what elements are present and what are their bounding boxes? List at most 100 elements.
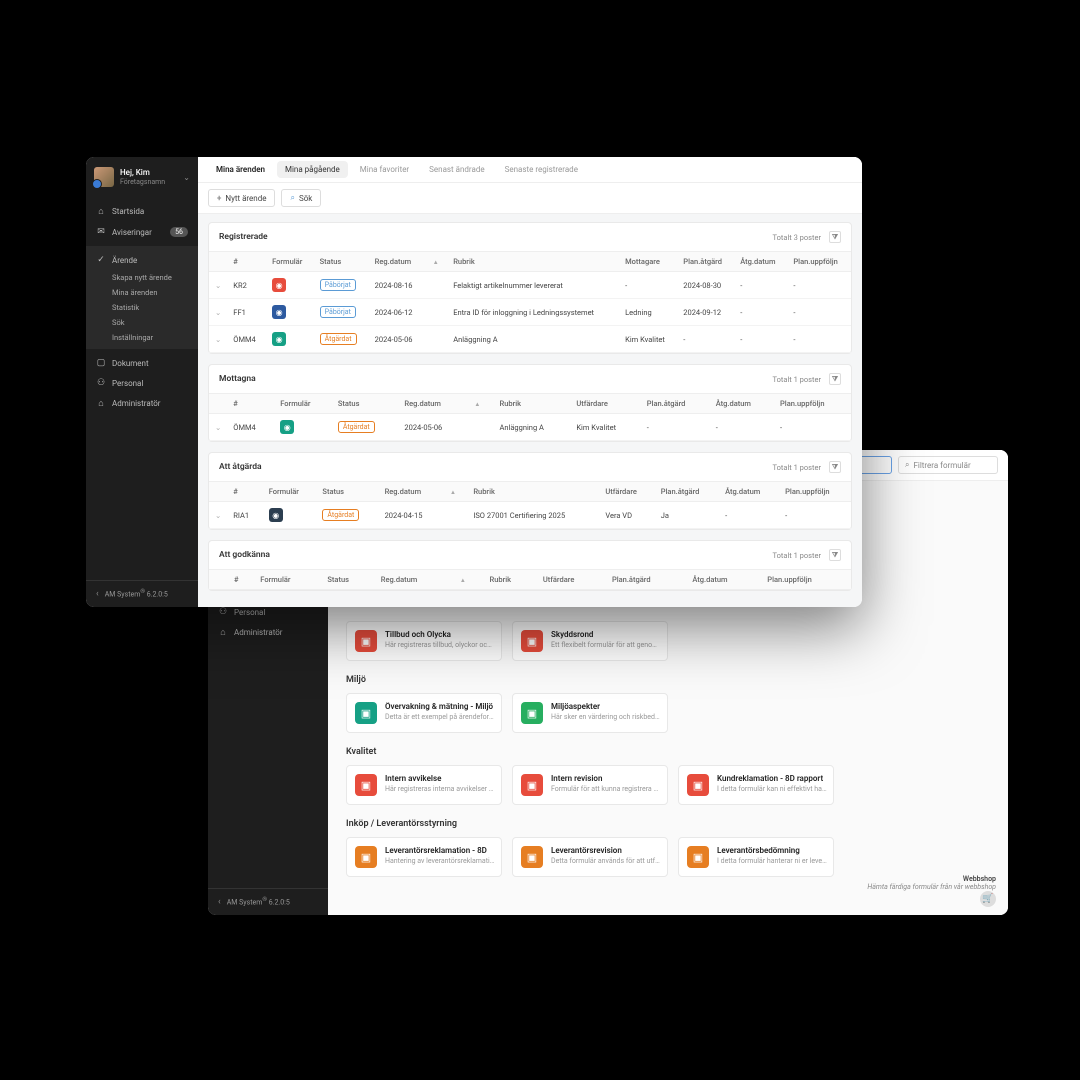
- table-row[interactable]: ⌄KR2◉Påbörjat2024-08-16Felaktigt artikel…: [209, 272, 851, 299]
- filter-icon[interactable]: ⧩: [829, 373, 841, 385]
- column-header[interactable]: Formulär: [266, 252, 314, 272]
- collapse-icon[interactable]: ‹: [218, 897, 221, 907]
- nav-notifications[interactable]: ✉Aviseringar56: [86, 222, 198, 242]
- form-card[interactable]: ▣MiljöaspekterHär sker en värdering och …: [512, 693, 668, 733]
- user-menu[interactable]: Hej, Kim Företagsnamn ⌄: [86, 157, 198, 197]
- column-header[interactable]: Plan.åtgärd: [655, 482, 719, 502]
- form-card[interactable]: ▣Kundreklamation - 8D rapportI detta for…: [678, 765, 834, 805]
- column-header[interactable]: Utfärdare: [570, 394, 640, 414]
- person-icon: ⚇: [218, 607, 228, 617]
- column-header[interactable]: Plan.uppföljn: [761, 570, 851, 590]
- column-header[interactable]: [209, 394, 227, 414]
- column-header[interactable]: #: [227, 394, 274, 414]
- column-header[interactable]: Plan.uppföljn: [787, 252, 851, 272]
- form-card[interactable]: ▣Intern avvikelseHär registreras interna…: [346, 765, 502, 805]
- column-header[interactable]: Plan.åtgärd: [606, 570, 686, 590]
- expand-icon[interactable]: ⌄: [209, 414, 227, 441]
- expand-icon[interactable]: ⌄: [209, 299, 227, 326]
- form-card[interactable]: ▣Leverantörsreklamation - 8DHantering av…: [346, 837, 502, 877]
- filter-icon[interactable]: ⧩: [829, 461, 841, 473]
- column-header[interactable]: Åtg.datum: [719, 482, 779, 502]
- nav-sub-item[interactable]: Statistik: [86, 300, 198, 315]
- column-header[interactable]: Åtg.datum: [734, 252, 787, 272]
- cell-who: Ledning: [619, 299, 677, 326]
- tab[interactable]: Senast ändrade: [419, 157, 494, 182]
- form-card[interactable]: ▣LeverantörsrevisionDetta formulär använ…: [512, 837, 668, 877]
- nav-dokument[interactable]: ▢Dokument: [86, 353, 198, 373]
- data-table: #FormulärStatusReg.datum▲RubrikUtfärdare…: [209, 481, 851, 529]
- filter-icon[interactable]: ⧩: [829, 231, 841, 243]
- column-header[interactable]: Utfärdare: [599, 482, 654, 502]
- expand-icon[interactable]: ⌄: [209, 326, 227, 353]
- column-header[interactable]: Rubrik: [484, 570, 537, 590]
- column-header[interactable]: Status: [314, 252, 369, 272]
- column-header[interactable]: Plan.uppföljn: [774, 394, 851, 414]
- column-header[interactable]: Reg.datum: [379, 482, 442, 502]
- nav-home[interactable]: ⌂Startsida: [86, 201, 198, 222]
- tab[interactable]: Mina favoriter: [350, 157, 419, 182]
- expand-icon[interactable]: ⌄: [209, 502, 227, 529]
- column-header[interactable]: Rubrik: [447, 252, 619, 272]
- column-header[interactable]: [209, 252, 227, 272]
- column-header[interactable]: ▲: [425, 252, 447, 272]
- column-header[interactable]: ▲: [442, 482, 467, 502]
- nav-sub-item[interactable]: Inställningar: [86, 330, 198, 345]
- column-header[interactable]: #: [227, 482, 262, 502]
- filter-icon[interactable]: ⧩: [829, 549, 841, 561]
- nav-sub-item[interactable]: Sök: [86, 315, 198, 330]
- nav-personal[interactable]: ⚇Personal: [86, 373, 198, 393]
- column-header[interactable]: Formulär: [274, 394, 332, 414]
- column-header[interactable]: Status: [321, 570, 374, 590]
- tab[interactable]: Senaste registrerade: [495, 157, 588, 182]
- column-header[interactable]: #: [228, 570, 254, 590]
- column-header[interactable]: ▲: [466, 394, 493, 414]
- nav-sub-item[interactable]: Mina ärenden: [86, 285, 198, 300]
- card-icon: ▣: [355, 846, 377, 868]
- form-card[interactable]: ▣Intern revisionFormulär för att kunna r…: [512, 765, 668, 805]
- column-header[interactable]: Plan.åtgärd: [677, 252, 734, 272]
- card-desc: Här registreras tillbud, olyckor och arb…: [385, 641, 495, 649]
- nav-admin[interactable]: ⌂Administratör: [208, 622, 328, 643]
- column-header[interactable]: Plan.uppföljn: [779, 482, 851, 502]
- nav-sub-item[interactable]: Skapa nytt ärende: [86, 270, 198, 285]
- column-header[interactable]: [209, 570, 228, 590]
- mail-icon: ✉: [96, 227, 106, 237]
- collapse-icon[interactable]: ‹: [96, 589, 99, 599]
- form-card[interactable]: ▣LeverantörsbedömningI detta formulär ha…: [678, 837, 834, 877]
- nav-arende[interactable]: ✓Ärende: [86, 250, 198, 270]
- nav-admin[interactable]: ⌂Administratör: [86, 393, 198, 414]
- column-header[interactable]: Reg.datum: [398, 394, 466, 414]
- sections-scroll[interactable]: RegistreradeTotalt 3 poster⧩#FormulärSta…: [198, 214, 862, 607]
- column-header[interactable]: [209, 482, 227, 502]
- column-header[interactable]: Plan.åtgärd: [641, 394, 710, 414]
- form-card[interactable]: ▣Övervakning & mätning - MiljöDetta är e…: [346, 693, 502, 733]
- table-row[interactable]: ⌄RIA1◉Åtgärdat2024-04-15ISO 27001 Certif…: [209, 502, 851, 529]
- column-header[interactable]: Utfärdare: [537, 570, 606, 590]
- filter-input-2[interactable]: ⌕Filtrera formulär: [898, 456, 998, 474]
- column-header[interactable]: Reg.datum: [369, 252, 425, 272]
- tab[interactable]: Mina ärenden: [206, 157, 275, 182]
- column-header[interactable]: ▲: [452, 570, 484, 590]
- column-header[interactable]: Formulär: [254, 570, 321, 590]
- webshop-link[interactable]: Webbshop Hämta färdiga formulär från vår…: [867, 875, 996, 907]
- column-header[interactable]: Status: [316, 482, 378, 502]
- table-row[interactable]: ⌄FF1◉Påbörjat2024-06-12Entra ID för inlo…: [209, 299, 851, 326]
- table-row[interactable]: ⌄ÖMM4◉Åtgärdat2024-05-06Anläggning AKim …: [209, 414, 851, 441]
- column-header[interactable]: Rubrik: [467, 482, 599, 502]
- column-header[interactable]: Reg.datum: [375, 570, 452, 590]
- tab[interactable]: Mina pågående: [277, 161, 348, 178]
- expand-icon[interactable]: ⌄: [209, 272, 227, 299]
- table-row[interactable]: ⌄ÖMM4◉Åtgärdat2024-05-06Anläggning AKim …: [209, 326, 851, 353]
- column-header[interactable]: Formulär: [263, 482, 317, 502]
- form-card[interactable]: ▣SkyddsrondEtt flexibelt formulär för at…: [512, 621, 668, 661]
- new-case-button[interactable]: +Nytt ärende: [208, 189, 275, 207]
- admin-icon: ⌂: [96, 398, 106, 409]
- column-header[interactable]: Åtg.datum: [686, 570, 761, 590]
- search-button[interactable]: ⌕Sök: [281, 189, 321, 207]
- column-header[interactable]: #: [227, 252, 266, 272]
- column-header[interactable]: Mottagare: [619, 252, 677, 272]
- column-header[interactable]: Åtg.datum: [710, 394, 774, 414]
- form-card[interactable]: ▣Tillbud och OlyckaHär registreras tillb…: [346, 621, 502, 661]
- column-header[interactable]: Rubrik: [493, 394, 570, 414]
- column-header[interactable]: Status: [332, 394, 399, 414]
